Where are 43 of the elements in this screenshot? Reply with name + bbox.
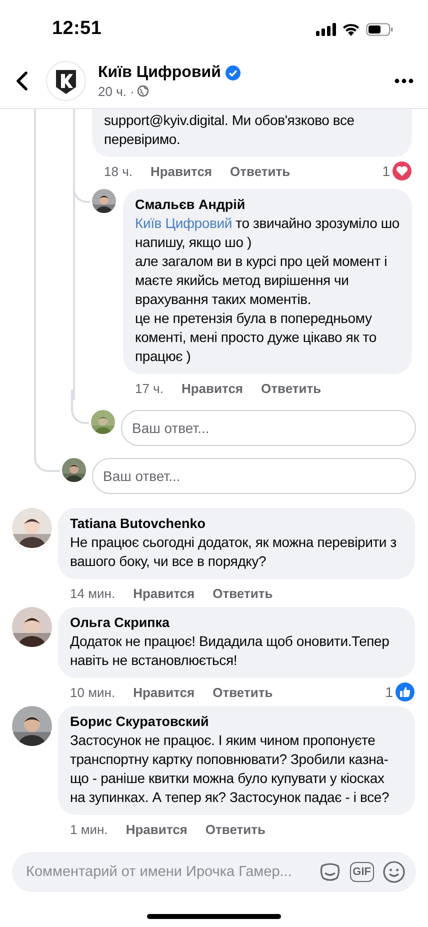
comment-time: 17 ч.	[135, 380, 164, 396]
post-time: 20 ч. ·	[98, 84, 134, 98]
reply-button[interactable]: Ответить	[261, 380, 322, 396]
comment-field[interactable]: Комментарий от имени Ирочка Гамер... GIF	[12, 852, 416, 892]
mention-link[interactable]: Київ Цифровий	[135, 215, 232, 231]
signal-icon	[316, 22, 336, 36]
comment-time: 18 ч.	[104, 164, 132, 178]
reaction-count: 1	[382, 163, 390, 179]
comment-author: Борис Скуратовский	[70, 713, 210, 730]
reply-field[interactable]: Ваш ответ...	[92, 458, 416, 494]
comment-author: Tatiana Butovchenko	[70, 515, 207, 532]
wifi-icon	[342, 22, 360, 36]
like-button[interactable]: Нравится	[133, 684, 195, 700]
battery-icon	[366, 22, 394, 36]
comment-text: Застосунок не працює. І яким чином пропонуєте транспортну картку поповнювати? Зробили казна-що - раніше квитки можна було купувати у кіосках на зупинках. А тепер як? Застосунок падає - і все?	[70, 731, 390, 807]
comment-text: Додаток не працює! Видадила щоб оновити.Тепер навіть не встановлюється!	[70, 632, 390, 670]
reply-field[interactable]: Ваш ответ...	[121, 410, 416, 446]
comment-author: Ольга Скрипка	[70, 614, 171, 631]
comment-input[interactable]: Комментарий от имени Ирочка Гамер...	[24, 863, 310, 881]
like-button[interactable]: Нравится	[150, 164, 212, 178]
comment-text: support@kyiv.digital. Ми обов'язково все перевіримо.	[104, 111, 356, 149]
comment-author: Смальєв Андрій	[135, 196, 246, 213]
shield-logo-icon	[46, 61, 86, 101]
sticker-icon[interactable]	[318, 860, 342, 884]
globe-icon	[137, 85, 150, 97]
reply-button[interactable]: Ответить	[205, 822, 266, 836]
comment-time: 10 мин.	[70, 684, 116, 700]
status-time: 12:51	[52, 18, 102, 40]
like-button[interactable]: Нравится	[126, 822, 188, 836]
comment-text: Не працює сьогодні додаток, як можна перевірити з вашого боку, чи все в порядку?	[70, 533, 398, 571]
like-button[interactable]: Нравится	[133, 586, 195, 600]
reaction-count: 1	[385, 684, 393, 700]
reply-button[interactable]: Ответить	[212, 684, 273, 700]
like-button[interactable]: Нравится	[181, 380, 244, 396]
comment-time: 14 мин.	[70, 586, 116, 600]
reply-button[interactable]: Ответить	[230, 164, 290, 178]
page-title: Київ Цифровий	[98, 64, 221, 82]
reply-button[interactable]: Ответить	[212, 586, 273, 600]
gif-button[interactable]: GIF	[350, 862, 374, 882]
more-icon[interactable]	[394, 78, 414, 84]
comment-text: Київ Цифровий то звичайно зрозуміло шо напишу, якщо шо ) але загалом ви в курсі про цей момент і маєте якийсь метод вирішення чи врахування таких моментів. це не претензія була в попередньому коменті, мені просто дуже цікаво як то працює )	[135, 214, 400, 366]
emoji-icon[interactable]	[382, 860, 406, 884]
comment-time: 1 мин.	[70, 822, 108, 836]
